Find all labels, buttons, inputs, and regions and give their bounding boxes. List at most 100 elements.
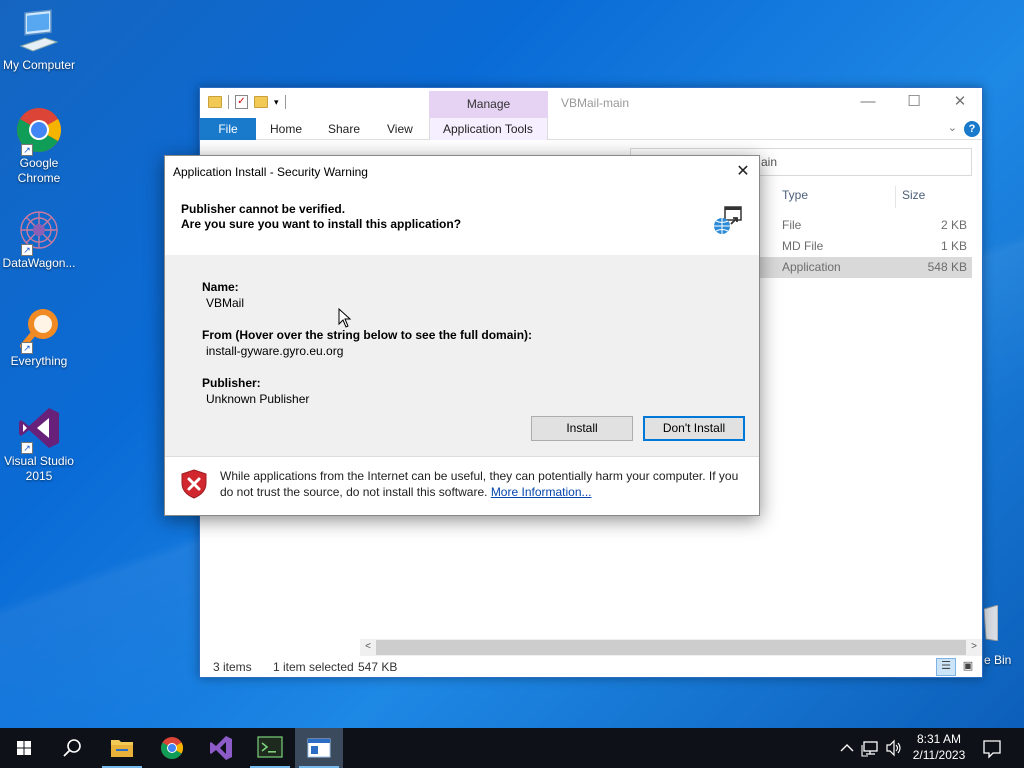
desktop-icon-label: My Computer	[2, 58, 76, 72]
desktop-icon-label: Visual Studio 2015	[4, 454, 74, 483]
close-button[interactable]: ✕	[937, 88, 983, 118]
maximize-button[interactable]: ☐	[891, 88, 937, 118]
warning-headline-line2: Are you sure you want to install this ap…	[181, 217, 462, 231]
file-row[interactable]: MD File 1 KB	[760, 236, 972, 257]
mouse-cursor-icon	[338, 307, 352, 328]
start-button[interactable]	[0, 728, 48, 768]
dialog-header: Publisher cannot be verified. Are you su…	[165, 188, 759, 255]
tab-home[interactable]: Home	[270, 118, 302, 140]
folder-icon	[208, 96, 222, 108]
desktop-icon-label: Everything	[10, 354, 68, 368]
file-row-selected[interactable]: Application 548 KB	[760, 257, 972, 278]
computer-icon	[15, 8, 63, 56]
file-explorer-icon	[111, 740, 133, 757]
customize-toolbar-icon[interactable]: ▾	[274, 97, 279, 108]
desktop-icon-everything[interactable]: ↗ Everything	[0, 304, 78, 369]
help-icon[interactable]: ?	[964, 121, 980, 137]
taskbar-application-install[interactable]	[295, 728, 343, 768]
taskbar: 8:31 AM 2/11/2023	[0, 728, 1024, 768]
scroll-right-icon[interactable]: >	[966, 639, 982, 656]
application-window-icon	[307, 738, 331, 758]
large-icons-view-button[interactable]: ▣	[958, 658, 978, 676]
notification-icon	[983, 740, 1001, 759]
network-button[interactable]	[860, 728, 882, 768]
desktop-icon-google-chrome[interactable]: ↗ Google Chrome	[0, 106, 78, 186]
footer-warning-message: While applications from the Internet can…	[220, 469, 739, 499]
dialog-footer: While applications from the Internet can…	[165, 456, 759, 515]
chrome-icon	[161, 737, 183, 759]
tab-file[interactable]: File	[200, 118, 256, 140]
visual-studio-icon: ↗	[15, 404, 63, 454]
shortcut-arrow-icon: ↗	[21, 144, 33, 156]
item-count: 3 items	[213, 660, 252, 674]
file-size: 548 KB	[927, 260, 967, 274]
taskbar-file-explorer[interactable]	[98, 728, 146, 768]
explorer-titlebar: ✓ ▾ Manage VBMail-main — ☐ ✕	[200, 88, 982, 118]
speaker-icon	[886, 739, 901, 757]
datawagon-icon: ↗	[15, 206, 63, 256]
scroll-left-icon[interactable]: <	[360, 639, 376, 656]
security-shield-icon	[181, 469, 207, 499]
publisher-value: Unknown Publisher	[206, 392, 310, 406]
dialog-close-button[interactable]: ✕	[727, 156, 759, 188]
desktop-icon-recycle-bin[interactable]: e Bin	[983, 604, 1024, 667]
tab-view[interactable]: View	[387, 118, 413, 140]
desktop-icon-label: DataWagon...	[2, 256, 76, 270]
volume-button[interactable]	[884, 728, 904, 768]
taskbar-chrome[interactable]	[148, 728, 196, 768]
taskbar-terminal-app[interactable]	[246, 728, 294, 768]
taskbar-visual-studio[interactable]	[197, 728, 245, 768]
name-value: VBMail	[206, 296, 245, 310]
selection-size: 547 KB	[358, 660, 398, 674]
search-button[interactable]	[48, 728, 96, 768]
search-icon	[63, 739, 81, 757]
warning-headline-line1: Publisher cannot be verified.	[181, 202, 346, 216]
network-icon	[861, 741, 878, 757]
desktop-icon-visual-studio[interactable]: ↗ Visual Studio 2015	[0, 404, 78, 484]
install-button[interactable]: Install	[531, 416, 633, 441]
file-size: 1 KB	[940, 239, 967, 253]
column-header-type[interactable]: Type	[782, 188, 808, 206]
minimize-button[interactable]: —	[845, 88, 891, 118]
clock-time: 8:31 AM	[916, 732, 962, 746]
desktop-icon-my-computer[interactable]: My Computer	[0, 8, 78, 73]
properties-icon[interactable]: ✓	[235, 95, 248, 109]
clock-date: 2/11/2023	[912, 748, 966, 762]
tab-share[interactable]: Share	[328, 118, 360, 140]
system-clock[interactable]: 8:31 AM 2/11/2023	[904, 731, 974, 763]
dont-install-button[interactable]: Don't Install	[643, 416, 745, 441]
warning-headline: Publisher cannot be verified. Are you su…	[181, 202, 461, 232]
details-view-button[interactable]: ☰	[936, 658, 956, 676]
shortcut-arrow-icon: ↗	[21, 342, 33, 354]
file-size: 2 KB	[940, 218, 967, 232]
more-information-link[interactable]: More Information...	[491, 485, 592, 499]
tab-manage[interactable]: Manage	[429, 91, 548, 118]
expand-ribbon-icon[interactable]: ⌄	[948, 121, 957, 134]
tab-application-tools[interactable]: Application Tools	[429, 118, 548, 140]
visual-studio-icon	[210, 736, 232, 760]
scrollbar-thumb[interactable]	[376, 640, 966, 655]
selection-count: 1 item selected	[273, 660, 354, 674]
column-header-size[interactable]: Size	[902, 188, 925, 206]
desktop-icon-datawagon[interactable]: ↗ DataWagon...	[0, 206, 78, 271]
desktop-icon-label: e Bin	[984, 653, 1012, 667]
footer-warning-text: While applications from the Internet can…	[220, 468, 740, 500]
everything-search-icon: ↗	[15, 304, 63, 354]
recycle-bin-icon	[983, 604, 999, 642]
file-type: Application	[782, 260, 841, 274]
new-folder-icon[interactable]	[254, 96, 268, 108]
file-type: MD File	[782, 239, 824, 253]
horizontal-scrollbar[interactable]: < >	[360, 639, 982, 656]
from-domain-value[interactable]: install-gyware.gyro.eu.org	[206, 344, 343, 358]
shortcut-arrow-icon: ↗	[21, 244, 33, 256]
ribbon-tabs: File Home Share View Application Tools ⌄…	[200, 118, 982, 140]
file-row[interactable]: File 2 KB	[760, 215, 972, 236]
quick-access-toolbar: ✓ ▾	[208, 95, 286, 109]
windows-logo-icon	[17, 741, 31, 755]
notifications-button[interactable]	[978, 728, 1006, 768]
show-hidden-icons-button[interactable]	[838, 728, 856, 768]
chrome-icon: ↗	[15, 106, 63, 156]
publisher-label: Publisher:	[202, 376, 261, 390]
status-bar: 3 items 1 item selected 547 KB ☰ ▣	[200, 656, 982, 678]
security-warning-dialog: Application Install - Security Warning ✕…	[164, 155, 760, 516]
